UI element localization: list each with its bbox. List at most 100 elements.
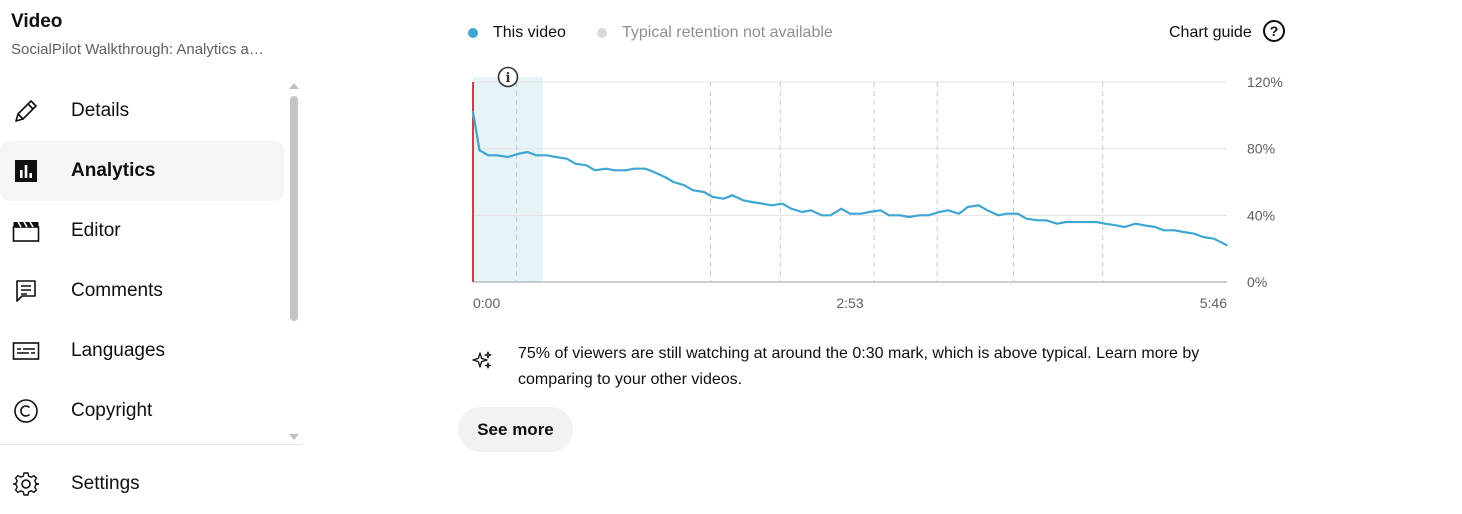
sidebar-item-label: Copyright [71,400,153,421]
data-point [1226,244,1228,247]
x-tick-label: 0:00 [473,295,500,311]
clapperboard-icon [12,217,40,245]
sidebar-title: Video [11,11,63,32]
intro-highlight [473,77,543,282]
data-point [1075,221,1078,223]
data-point [986,209,989,212]
legend-dot-typical [597,28,607,38]
see-more-button[interactable]: See more [458,407,573,452]
scroll-up-arrow[interactable] [289,83,299,89]
chart-guide-link[interactable]: Chart guide [1169,24,1252,42]
data-point [899,214,901,217]
analytics-icon [12,157,40,185]
data-point [478,149,481,152]
sidebar-item-analytics[interactable]: Analytics [0,141,284,201]
data-point [868,211,871,213]
data-point [958,212,960,215]
sidebar-item-details[interactable]: Details [0,81,284,141]
data-point [613,169,616,172]
data-point [496,154,498,157]
sidebar-scrollbar[interactable] [290,96,298,321]
data-point [790,207,793,210]
data-point [927,214,930,217]
data-point [703,191,705,193]
data-point [829,214,832,217]
data-point [1193,232,1196,235]
data-point [888,214,891,217]
data-point [781,202,784,205]
data-point [770,204,773,207]
sidebar-item-languages[interactable]: Languages [0,321,284,381]
subtitles-icon [12,337,40,365]
data-point [1143,224,1146,227]
data-point [507,156,509,158]
data-point [1006,212,1008,215]
sidebar-item-label: Editor [71,220,121,241]
data-point [683,184,686,187]
sidebar-item-settings[interactable]: Settings [0,454,284,514]
data-point [711,196,714,198]
scroll-down-arrow[interactable] [289,434,299,440]
y-tick-label: 0% [1247,274,1267,290]
data-point [1036,219,1039,222]
data-point [1173,229,1176,232]
data-point [546,154,548,157]
data-point [1064,221,1067,223]
gear-icon [12,470,40,498]
data-point [594,169,596,172]
sidebar-item-editor[interactable]: Editor [0,201,284,261]
data-point [472,111,474,113]
data-point [1115,224,1117,227]
data-point [1154,226,1156,228]
data-point [535,154,538,157]
data-point [585,164,588,167]
y-tick-label: 80% [1247,141,1275,157]
data-point [1202,236,1204,238]
info-icon-glyph: i [506,71,511,86]
data-point [977,204,980,207]
x-tick-label: 5:46 [1200,295,1227,311]
data-point [1123,226,1126,228]
data-point [1213,237,1215,240]
legend-typical: Typical retention not available [622,24,833,41]
sidebar-item-label: Settings [71,473,140,494]
data-point [907,216,910,218]
data-point [692,189,694,192]
sidebar-divider [0,444,302,445]
data-point [554,156,557,158]
sparkle-icon [472,350,494,377]
legend-dot-this-video [468,28,478,38]
data-point [722,197,725,200]
x-tick-label: 2:53 [836,295,863,311]
copyright-icon [12,397,40,425]
legend-this-video: This video [493,24,566,41]
data-point [1056,222,1058,225]
sidebar-item-label: Languages [71,340,166,361]
data-point [809,209,812,212]
data-point [1104,222,1106,225]
data-point [820,214,823,217]
help-icon[interactable]: ? [1263,20,1285,42]
data-point [1162,229,1165,232]
pencil-icon [12,97,40,125]
data-point [526,151,529,153]
data-point [761,202,764,205]
y-tick-label: 40% [1247,207,1275,223]
data-point [1182,231,1185,233]
data-point [672,181,675,183]
data-point [1134,222,1137,225]
sidebar-item-comments[interactable]: Comments [0,261,284,321]
video-title[interactable]: SocialPilot Walkthrough: Analytics a… [11,41,264,58]
sidebar-item-copyright[interactable]: Copyright [0,381,284,441]
data-point [1084,221,1087,223]
data-point [565,157,568,160]
data-point [1025,217,1028,220]
insight-text: 75% of viewers are still watching at aro… [518,345,1200,388]
data-point [1045,219,1047,222]
data-point [731,194,734,197]
data-point [1095,221,1098,223]
data-point [574,162,577,165]
data-point [840,207,843,210]
retention-chart[interactable]: 0% 40% 80% 120% 0:00 2:53 5:46 i [440,60,1300,322]
data-point [997,214,1000,217]
